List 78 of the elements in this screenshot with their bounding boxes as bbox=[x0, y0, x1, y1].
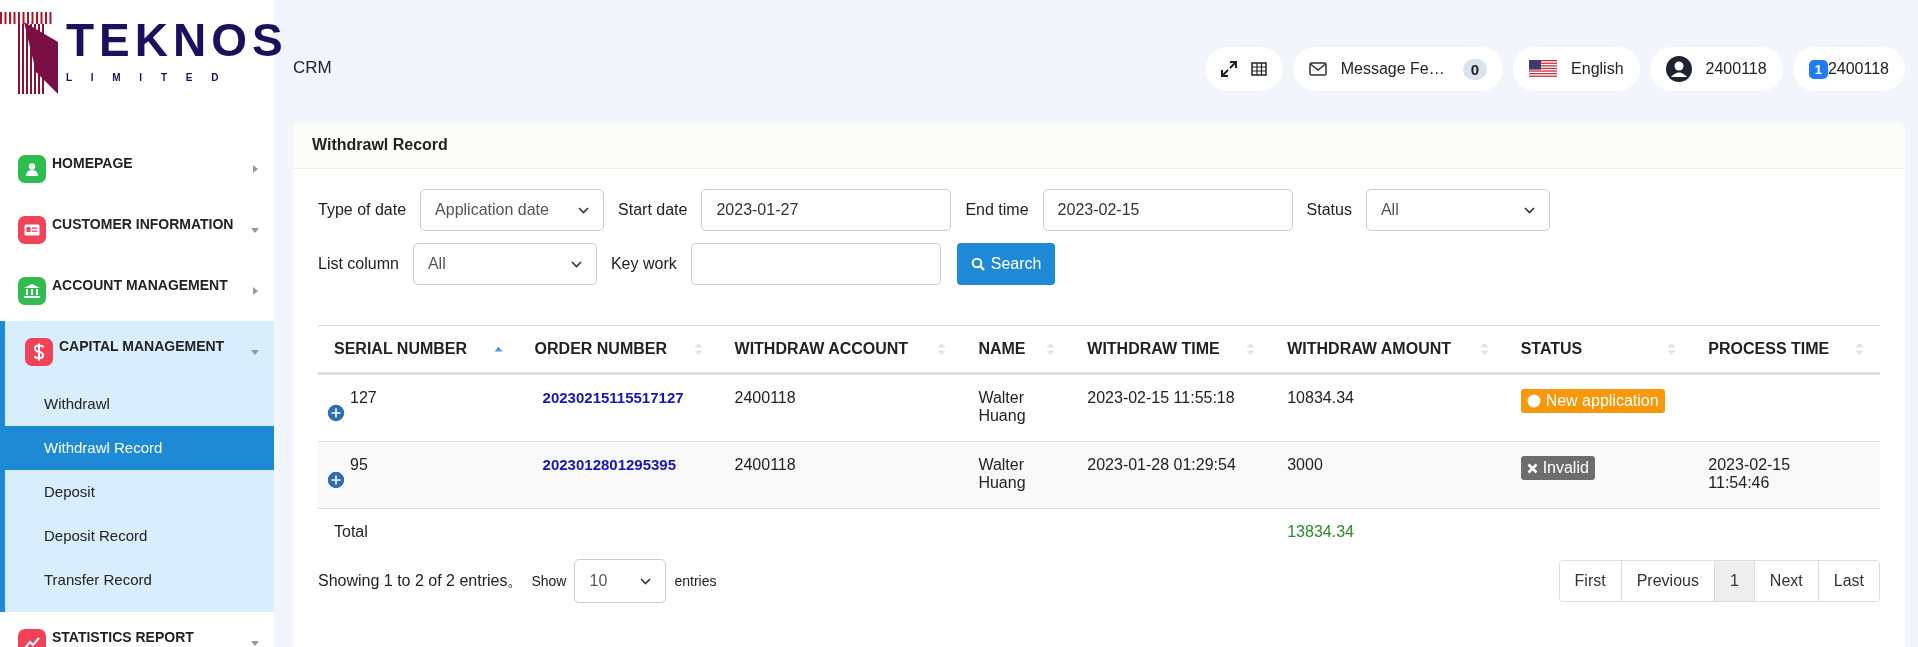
column-header[interactable]: NAME bbox=[962, 325, 1072, 374]
filter-input[interactable]: 2023-01-27 bbox=[701, 189, 952, 231]
filter-label: Start date bbox=[618, 201, 688, 219]
filter-input[interactable]: 2023-02-15 bbox=[1042, 189, 1293, 231]
language-button[interactable]: English bbox=[1513, 47, 1640, 91]
table-cell: 2400118 bbox=[734, 389, 796, 407]
expand-row-icon[interactable] bbox=[326, 470, 346, 490]
avatar-icon bbox=[1665, 56, 1692, 82]
table-cell: 10834.34 bbox=[1287, 389, 1354, 407]
grid-icon[interactable] bbox=[1250, 62, 1267, 76]
pagination-button[interactable]: 1 bbox=[1713, 561, 1754, 601]
logo-name: TEKNOS bbox=[66, 13, 288, 68]
entries-label: entries bbox=[674, 573, 717, 589]
sidebar-subitem[interactable]: Deposit bbox=[0, 470, 274, 514]
account-button[interactable]: 1 2400118 bbox=[1792, 47, 1905, 91]
table-cell: 2023-02-15 11:55:18 bbox=[1087, 389, 1235, 407]
filter-label: End time bbox=[965, 201, 1029, 219]
sidebar-subitem[interactable]: Withdrawl bbox=[0, 382, 274, 426]
logo-subtitle: L I M I T E D bbox=[66, 72, 228, 83]
chevron-icon bbox=[570, 260, 582, 268]
order-link[interactable]: 2023012801295395 bbox=[542, 456, 677, 473]
sidebar-item[interactable]: CUSTOMER INFORMATION bbox=[0, 199, 274, 260]
column-header[interactable]: WITHDRAW TIME bbox=[1071, 325, 1272, 374]
filter-select[interactable]: All bbox=[412, 243, 597, 285]
column-header[interactable]: PROCESS TIME bbox=[1692, 325, 1880, 374]
entries-info: Showing 1 to 2 of 2 entries。 bbox=[318, 570, 524, 591]
page-title: CRM bbox=[293, 58, 332, 78]
table-cell: 95 bbox=[350, 456, 368, 474]
show-label: Show bbox=[531, 573, 567, 589]
logo-mark-icon bbox=[0, 12, 58, 94]
filter-select[interactable]: Application date bbox=[420, 189, 605, 231]
chevron-icon bbox=[1523, 206, 1535, 214]
total-amount: 13834.34 bbox=[1287, 523, 1354, 540]
sidebar-subitem[interactable]: Deposit Record bbox=[0, 514, 274, 558]
messages-button[interactable]: Message Fe… 0 bbox=[1292, 47, 1504, 91]
table-cell: 3000 bbox=[1287, 456, 1323, 474]
sidebar-item[interactable]: STATISTICS REPORT bbox=[0, 612, 274, 647]
table-cell: 127 bbox=[350, 389, 377, 407]
envelope-icon bbox=[1308, 62, 1327, 76]
table-cell-text: Walter Huang bbox=[978, 389, 1027, 425]
order-link[interactable]: 20230215115517127 bbox=[542, 389, 684, 406]
expand-row-icon[interactable] bbox=[326, 403, 346, 423]
status-badge: New application bbox=[1520, 389, 1665, 413]
filter-label: Type of date bbox=[318, 201, 407, 219]
filter-label: List column bbox=[318, 255, 399, 273]
chevron-icon bbox=[640, 577, 652, 585]
column-header[interactable]: WITHDRAW ACCOUNT bbox=[718, 325, 963, 374]
search-icon bbox=[970, 257, 985, 271]
column-header[interactable]: SERIAL NUMBER bbox=[318, 325, 519, 374]
message-count: 0 bbox=[1462, 58, 1488, 80]
filter-select[interactable]: All bbox=[1365, 189, 1550, 231]
filter-label: Key work bbox=[610, 255, 677, 273]
sidebar-item[interactable]: CAPITAL MANAGEMENT bbox=[5, 321, 274, 382]
column-header[interactable]: ORDER NUMBER bbox=[518, 325, 719, 374]
column-header[interactable]: STATUS bbox=[1504, 325, 1693, 374]
status-badge: Invalid bbox=[1520, 456, 1595, 480]
total-label: Total bbox=[334, 523, 368, 540]
pagination-button[interactable]: Last bbox=[1817, 561, 1879, 601]
search-button[interactable]: Search bbox=[956, 243, 1056, 285]
table-cell: 2400118 bbox=[734, 456, 796, 474]
sidebar-item[interactable]: ACCOUNT MANAGEMENT bbox=[0, 260, 274, 321]
table-cell: 2023-01-28 01:29:54 bbox=[1087, 456, 1236, 474]
page-size-select[interactable]: 10 bbox=[574, 559, 667, 603]
account-badge: 1 bbox=[1808, 59, 1828, 79]
filter-label: Status bbox=[1306, 201, 1352, 219]
fullscreen-icon[interactable] bbox=[1220, 61, 1237, 77]
user-button[interactable]: 2400118 bbox=[1649, 47, 1783, 91]
column-header[interactable]: WITHDRAW AMOUNT bbox=[1271, 325, 1505, 374]
chevron-icon bbox=[578, 206, 590, 214]
flag-icon bbox=[1529, 60, 1558, 78]
panel-title: Withdrawl Record bbox=[293, 122, 1905, 169]
filter-input[interactable] bbox=[690, 243, 941, 285]
sidebar-subitem[interactable]: Transfer Record bbox=[0, 558, 274, 602]
table-cell-text: Walter Huang bbox=[978, 456, 1027, 492]
sidebar-item[interactable]: HOMEPAGE bbox=[0, 138, 274, 199]
caret-icon bbox=[250, 285, 260, 296]
caret-icon bbox=[250, 163, 260, 174]
table-cell-text: 2023-02-15 11:54:46 bbox=[1708, 456, 1792, 492]
